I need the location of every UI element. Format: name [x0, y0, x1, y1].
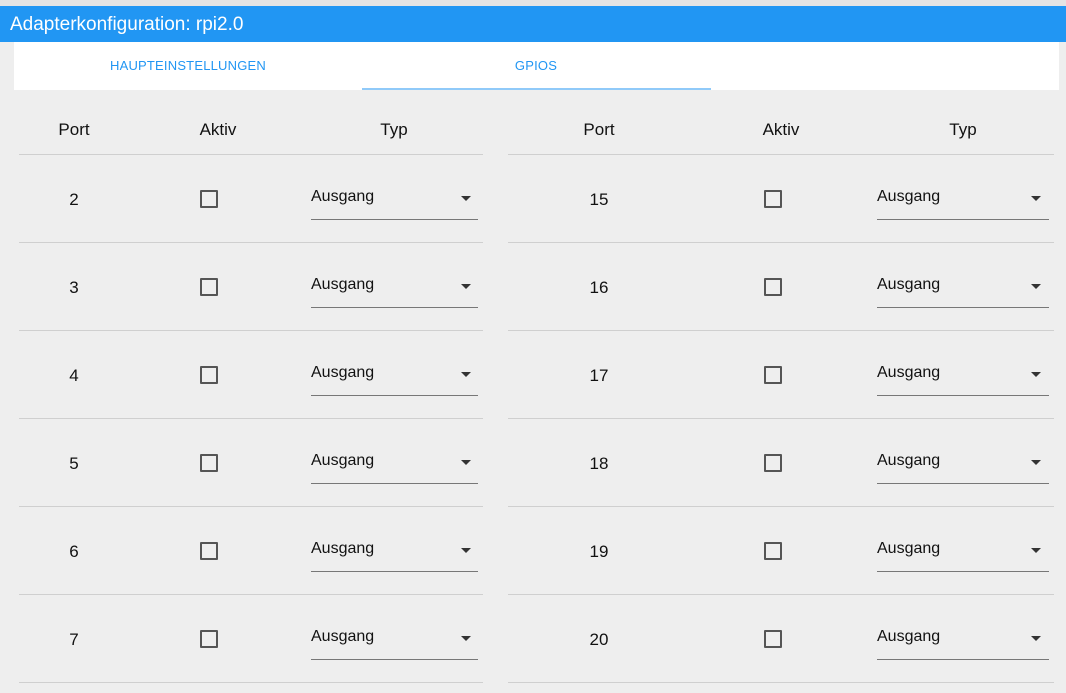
type-select[interactable]: Ausgang — [311, 441, 478, 484]
table-row: 6 Ausgang — [19, 507, 483, 595]
chevron-down-icon — [1031, 636, 1041, 641]
tab-bar: HAUPTEINSTELLUNGEN GPIOS — [14, 42, 1059, 90]
active-checkbox[interactable] — [200, 278, 218, 296]
active-checkbox[interactable] — [200, 190, 218, 208]
active-checkbox[interactable] — [200, 454, 218, 472]
chevron-down-icon — [461, 372, 471, 377]
type-select-value: Ausgang — [877, 188, 941, 205]
type-select-value: Ausgang — [877, 276, 941, 293]
type-select-value: Ausgang — [877, 452, 941, 469]
column-header-port: Port — [583, 120, 615, 139]
type-select-value: Ausgang — [311, 364, 375, 381]
active-checkbox[interactable] — [764, 454, 782, 472]
active-checkbox[interactable] — [764, 542, 782, 560]
type-select[interactable]: Ausgang — [877, 265, 1049, 308]
table-row: 15 Ausgang — [508, 155, 1054, 243]
port-number: 15 — [589, 190, 609, 209]
type-select-value: Ausgang — [877, 628, 941, 645]
active-checkbox[interactable] — [764, 366, 782, 384]
table-row: 16 Ausgang — [508, 243, 1054, 331]
active-checkbox[interactable] — [764, 278, 782, 296]
type-select[interactable]: Ausgang — [877, 617, 1049, 660]
port-number: 17 — [589, 366, 609, 385]
type-select-value: Ausgang — [877, 364, 941, 381]
chevron-down-icon — [461, 284, 471, 289]
type-select[interactable]: Ausgang — [311, 617, 478, 660]
chevron-down-icon — [1031, 548, 1041, 553]
type-select[interactable]: Ausgang — [877, 177, 1049, 220]
column-header-typ: Typ — [949, 120, 977, 139]
type-select-value: Ausgang — [877, 540, 941, 557]
chevron-down-icon — [1031, 284, 1041, 289]
table-row: 5 Ausgang — [19, 419, 483, 507]
chevron-down-icon — [461, 548, 471, 553]
port-number: 4 — [69, 366, 79, 385]
type-select-value: Ausgang — [311, 628, 375, 645]
table-row: 3 Ausgang — [19, 243, 483, 331]
chevron-down-icon — [1031, 460, 1041, 465]
port-number: 3 — [69, 278, 79, 297]
type-select[interactable]: Ausgang — [311, 529, 478, 572]
gpio-table-right: Port Aktiv Typ 15 Ausgang 16 Ausgang 17 … — [508, 90, 1054, 683]
type-select[interactable]: Ausgang — [311, 265, 478, 308]
table-row: 19 Ausgang — [508, 507, 1054, 595]
port-number: 2 — [69, 190, 79, 209]
tab-gpios[interactable]: GPIOS — [362, 42, 710, 90]
table-row: 18 Ausgang — [508, 419, 1054, 507]
table-row: 17 Ausgang — [508, 331, 1054, 419]
table-row: 7 Ausgang — [19, 595, 483, 683]
port-number: 19 — [589, 542, 609, 561]
dialog-title: Adapterkonfiguration: rpi2.0 — [0, 6, 1066, 42]
type-select-value: Ausgang — [311, 540, 375, 557]
type-select[interactable]: Ausgang — [311, 353, 478, 396]
table-row: 4 Ausgang — [19, 331, 483, 419]
type-select-value: Ausgang — [311, 188, 375, 205]
column-header-aktiv: Aktiv — [199, 120, 237, 139]
table-header: Port Aktiv Typ — [508, 90, 1054, 155]
gpio-table-left: Port Aktiv Typ 2 Ausgang 3 Ausgang 4 Aus… — [19, 90, 483, 683]
active-checkbox[interactable] — [200, 542, 218, 560]
chevron-down-icon — [1031, 372, 1041, 377]
table-row: 20 Ausgang — [508, 595, 1054, 683]
chevron-down-icon — [461, 460, 471, 465]
chevron-down-icon — [461, 636, 471, 641]
port-number: 5 — [69, 454, 79, 473]
type-select[interactable]: Ausgang — [311, 177, 478, 220]
column-header-port: Port — [58, 120, 90, 139]
chevron-down-icon — [461, 196, 471, 201]
chevron-down-icon — [1031, 196, 1041, 201]
port-number: 7 — [69, 630, 79, 649]
type-select-value: Ausgang — [311, 452, 375, 469]
tab-haupteinstellungen[interactable]: HAUPTEINSTELLUNGEN — [14, 42, 362, 90]
port-number: 16 — [589, 278, 609, 297]
type-select[interactable]: Ausgang — [877, 353, 1049, 396]
active-checkbox[interactable] — [764, 190, 782, 208]
active-checkbox[interactable] — [200, 366, 218, 384]
type-select[interactable]: Ausgang — [877, 441, 1049, 484]
port-number: 18 — [589, 454, 609, 473]
type-select-value: Ausgang — [311, 276, 375, 293]
port-number: 20 — [589, 630, 609, 649]
port-number: 6 — [69, 542, 79, 561]
table-header: Port Aktiv Typ — [19, 90, 483, 155]
column-header-aktiv: Aktiv — [762, 120, 800, 139]
active-checkbox[interactable] — [200, 630, 218, 648]
type-select[interactable]: Ausgang — [877, 529, 1049, 572]
table-row: 2 Ausgang — [19, 155, 483, 243]
column-header-typ: Typ — [380, 120, 408, 139]
active-checkbox[interactable] — [764, 630, 782, 648]
